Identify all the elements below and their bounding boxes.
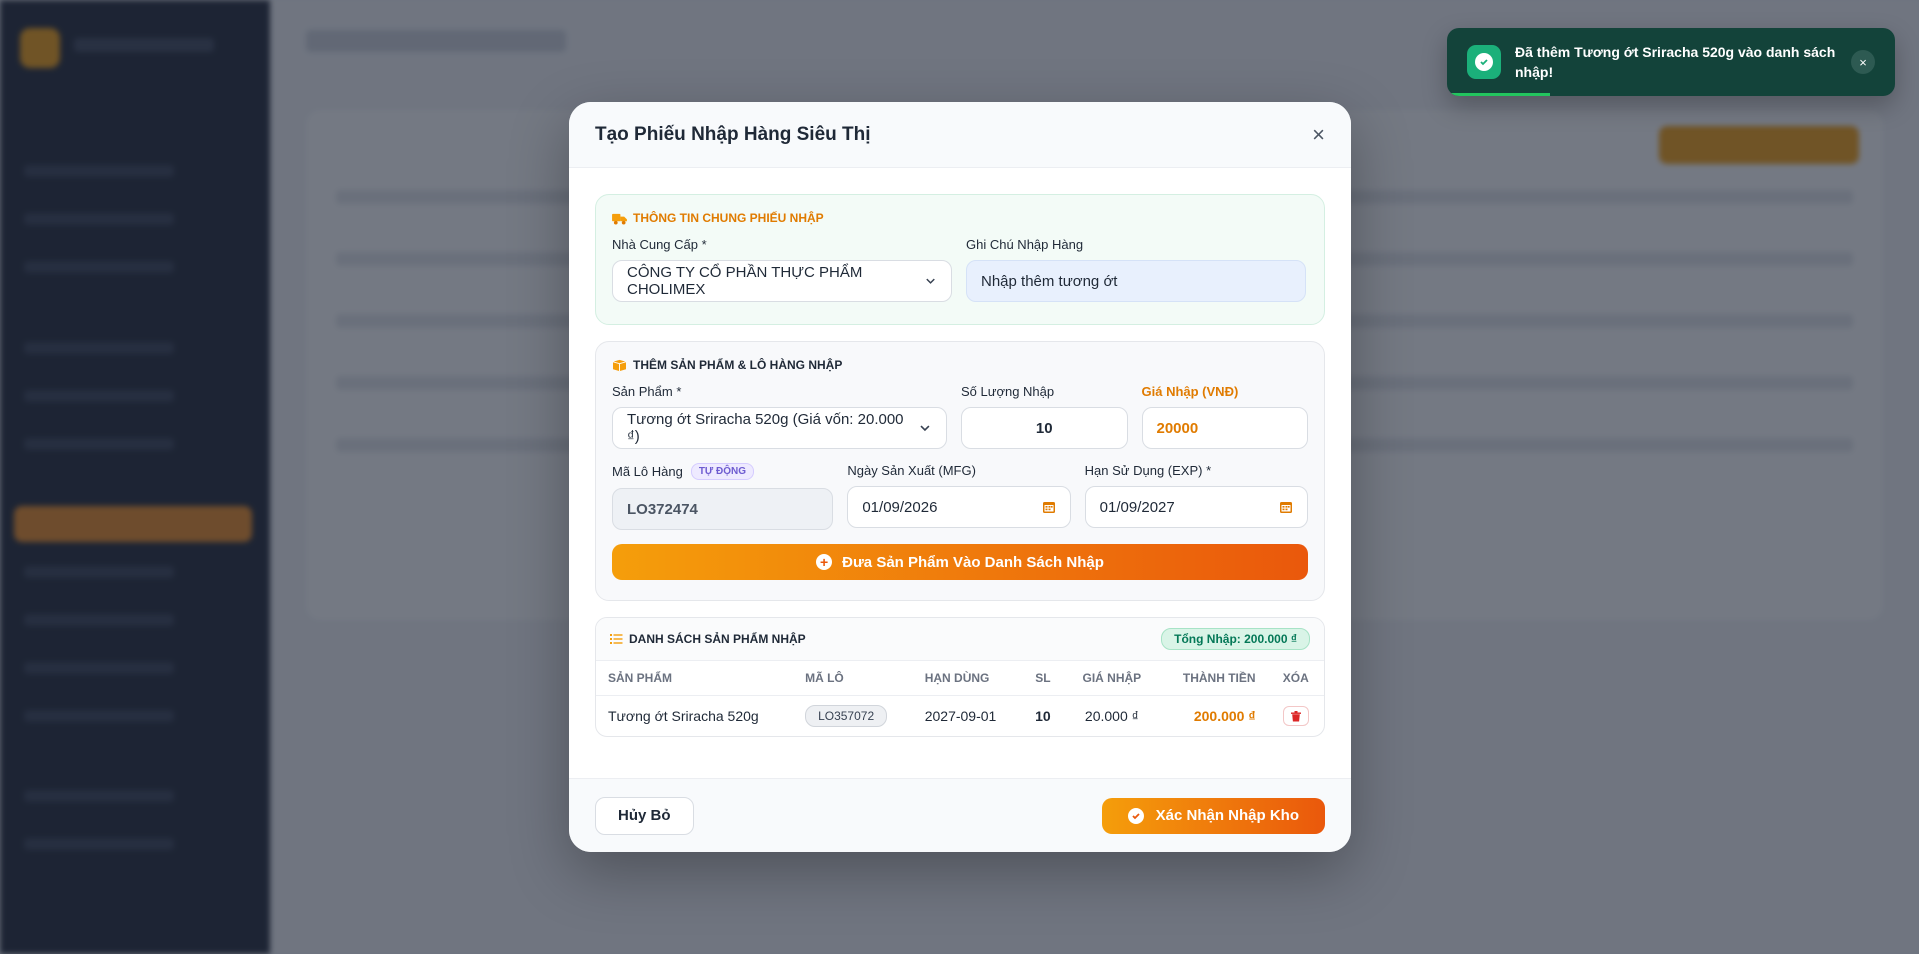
auto-badge: TỰ ĐỘNG bbox=[690, 463, 755, 480]
modal-title: Tạo Phiếu Nhập Hàng Siêu Thị bbox=[595, 123, 871, 145]
mfg-field: Ngày Sản Xuất (MFG) 01/09/2026 bbox=[847, 463, 1071, 530]
quantity-value: 10 bbox=[1035, 419, 1053, 437]
product-list-title: DANH SÁCH SẢN PHẨM NHẬP bbox=[610, 632, 806, 646]
cell-lot: LO357072 bbox=[793, 696, 913, 737]
product-value: Tương ớt Sriracha 520g (Giá vốn: 20.000 … bbox=[627, 411, 904, 445]
lot-label-wrap: Mã Lô Hàng TỰ ĐỘNG bbox=[612, 463, 833, 480]
note-field: Ghi Chú Nhập Hàng Nhập thêm tương ớt bbox=[966, 237, 1306, 302]
check-circle-icon bbox=[1475, 53, 1493, 71]
toast-message: Đã thêm Tương ớt Sriracha 520g vào danh … bbox=[1515, 44, 1836, 80]
add-product-heading: THÊM SẢN PHẨM & LÔ HÀNG NHẬP bbox=[612, 358, 1308, 372]
note-value: Nhập thêm tương ớt bbox=[981, 272, 1118, 290]
general-info-section: THÔNG TIN CHUNG PHIẾU NHẬP Nhà Cung Cấp … bbox=[595, 194, 1325, 325]
mfg-date-input[interactable]: 01/09/2026 bbox=[847, 486, 1071, 528]
cell-expiry: 2027-09-01 bbox=[924, 708, 997, 724]
cell-product: Tương ớt Sriracha 520g bbox=[608, 708, 759, 724]
plus-circle-icon: + bbox=[816, 554, 833, 570]
cell-delete bbox=[1268, 696, 1324, 737]
col-qty: SL bbox=[1020, 661, 1066, 696]
section-title: THÊM SẢN PHẨM & LÔ HÀNG NHẬP bbox=[633, 358, 843, 372]
check-circle-icon bbox=[1127, 807, 1144, 824]
lot-input: LO372474 bbox=[612, 488, 834, 530]
price-input[interactable]: 20000 bbox=[1141, 407, 1308, 449]
col-price: GIÁ NHẬP bbox=[1065, 661, 1159, 696]
supplier-field: Nhà Cung Cấp * CÔNG TY CỔ PHẦN THỰC PHẨM… bbox=[612, 237, 952, 302]
product-select[interactable]: Tương ớt Sriracha 520g (Giá vốn: 20.000 … bbox=[612, 407, 947, 449]
col-expiry: HẠN DÙNG bbox=[912, 661, 1021, 696]
modal-header: Tạo Phiếu Nhập Hàng Siêu Thị × bbox=[569, 102, 1351, 168]
section-title: THÔNG TIN CHUNG PHIẾU NHẬP bbox=[633, 211, 824, 225]
exp-date-input[interactable]: 01/09/2027 bbox=[1084, 486, 1308, 528]
delete-row-button[interactable] bbox=[1282, 706, 1309, 726]
quantity-input[interactable]: 10 bbox=[961, 407, 1128, 449]
add-product-section: THÊM SẢN PHẨM & LÔ HÀNG NHẬP Sản Phẩm * … bbox=[595, 341, 1325, 601]
lot-value: LO372474 bbox=[627, 500, 698, 518]
note-label: Ghi Chú Nhập Hàng bbox=[966, 237, 1084, 252]
product-label: Sản Phẩm * bbox=[612, 384, 682, 399]
total-badge: Tổng Nhập: 200.000 ₫ bbox=[1161, 628, 1310, 650]
calendar-icon[interactable] bbox=[1279, 500, 1293, 514]
price-value: 20000 bbox=[1156, 419, 1199, 437]
cancel-button[interactable]: Hủy Bỏ bbox=[595, 796, 694, 835]
add-to-list-label: Đưa Sản Phẩm Vào Danh Sách Nhập bbox=[842, 553, 1104, 571]
note-input[interactable]: Nhập thêm tương ớt bbox=[966, 260, 1306, 302]
toast-close-icon[interactable]: × bbox=[1851, 50, 1875, 74]
exp-label: Hạn Sử Dụng (EXP) * bbox=[1084, 463, 1212, 478]
product-list-header: DANH SÁCH SẢN PHẨM NHẬP Tổng Nhập: 200.0… bbox=[596, 618, 1324, 661]
price-label: Giá Nhập (VNĐ) bbox=[1141, 384, 1239, 399]
col-amount: THÀNH TIỀN bbox=[1158, 661, 1268, 696]
col-lot: MÃ LÔ bbox=[793, 661, 913, 696]
quantity-label: Số Lượng Nhập bbox=[961, 384, 1055, 399]
product-list: DANH SÁCH SẢN PHẨM NHẬP Tổng Nhập: 200.0… bbox=[595, 617, 1325, 737]
supplier-label: Nhà Cung Cấp * bbox=[612, 237, 707, 252]
lot-row: Mã Lô Hàng TỰ ĐỘNG LO372474 Ngày Sản Xuấ… bbox=[612, 463, 1308, 530]
table-header-row: SẢN PHẨM MÃ LÔ HẠN DÙNG SL GIÁ NHẬP THÀN… bbox=[596, 661, 1324, 696]
supplier-select[interactable]: CÔNG TY CỔ PHẦN THỰC PHẨM CHOLIMEX bbox=[612, 260, 952, 302]
mfg-label: Ngày Sản Xuất (MFG) bbox=[847, 463, 976, 478]
cell-price: 20.000 ₫ bbox=[1084, 708, 1139, 724]
exp-field: Hạn Sử Dụng (EXP) * 01/09/2027 bbox=[1084, 463, 1308, 530]
close-icon[interactable]: × bbox=[1312, 123, 1325, 146]
price-field: Giá Nhập (VNĐ) 20000 bbox=[1141, 384, 1308, 449]
success-check-icon bbox=[1467, 45, 1501, 79]
cell-amount: 200.000 ₫ bbox=[1193, 708, 1256, 724]
toast-progress-bar bbox=[1447, 93, 1551, 96]
col-product: SẢN PHẨM bbox=[596, 661, 794, 696]
product-table: SẢN PHẨM MÃ LÔ HẠN DÙNG SL GIÁ NHẬP THÀN… bbox=[596, 661, 1324, 736]
product-row: Sản Phẩm * Tương ớt Sriracha 520g (Giá v… bbox=[612, 384, 1308, 449]
confirm-label: Xác Nhận Nhập Kho bbox=[1155, 807, 1299, 824]
modal-footer: Hủy Bỏ Xác Nhận Nhập Kho bbox=[569, 778, 1351, 852]
supplier-value: CÔNG TY CỔ PHẦN THỰC PHẨM CHOLIMEX bbox=[627, 264, 863, 298]
calendar-icon[interactable] bbox=[1042, 500, 1056, 514]
general-info-row: Nhà Cung Cấp * CÔNG TY CỔ PHẦN THỰC PHẨM… bbox=[612, 237, 1308, 302]
confirm-import-button[interactable]: Xác Nhận Nhập Kho bbox=[1101, 797, 1325, 834]
box-icon bbox=[612, 359, 627, 371]
import-receipt-modal: Tạo Phiếu Nhập Hàng Siêu Thị × THÔNG TIN… bbox=[569, 102, 1351, 852]
table-row: Tương ớt Sriracha 520g LO357072 2027-09-… bbox=[596, 696, 1324, 737]
exp-value: 01/09/2027 bbox=[1099, 498, 1175, 516]
success-toast: Đã thêm Tương ớt Sriracha 520g vào danh … bbox=[1447, 28, 1895, 96]
col-delete: XÓA bbox=[1267, 661, 1324, 696]
chevron-down-icon bbox=[920, 425, 930, 432]
product-field: Sản Phẩm * Tương ớt Sriracha 520g (Giá v… bbox=[612, 384, 947, 449]
chevron-down-icon bbox=[926, 278, 935, 284]
trash-icon bbox=[1290, 710, 1301, 721]
section-title: DANH SÁCH SẢN PHẨM NHẬP bbox=[629, 632, 806, 646]
modal-body: THÔNG TIN CHUNG PHIẾU NHẬP Nhà Cung Cấp … bbox=[569, 168, 1351, 737]
lot-chip: LO357072 bbox=[805, 705, 888, 727]
lot-field: Mã Lô Hàng TỰ ĐỘNG LO372474 bbox=[612, 463, 834, 530]
cell-qty: 10 bbox=[1035, 708, 1051, 724]
quantity-field: Số Lượng Nhập 10 bbox=[961, 384, 1128, 449]
list-icon bbox=[610, 634, 623, 644]
mfg-value: 01/09/2026 bbox=[862, 498, 938, 516]
general-info-heading: THÔNG TIN CHUNG PHIẾU NHẬP bbox=[612, 211, 1308, 225]
lot-label: Mã Lô Hàng bbox=[612, 464, 683, 479]
add-to-list-button[interactable]: + Đưa Sản Phẩm Vào Danh Sách Nhập bbox=[612, 544, 1308, 580]
truck-icon bbox=[612, 213, 627, 225]
